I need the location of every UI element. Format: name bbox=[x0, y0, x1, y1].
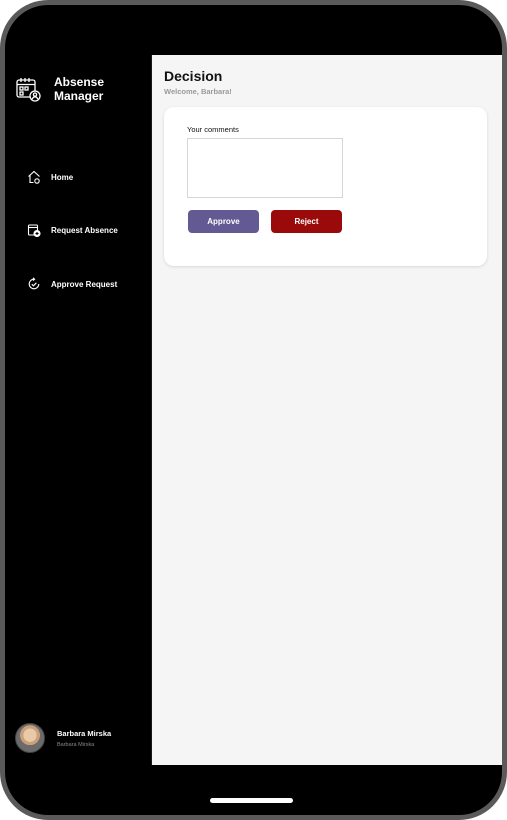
app-screen: Absense Manager Home Request Absence App… bbox=[5, 55, 502, 765]
page-title: Decision bbox=[164, 68, 223, 84]
avatar bbox=[15, 723, 45, 753]
comments-input[interactable] bbox=[187, 138, 343, 198]
profile-text: Barbara Mirska Barbara Mirska bbox=[57, 729, 111, 748]
tablet-frame: Absense Manager Home Request Absence App… bbox=[0, 0, 507, 820]
calendar-user-icon bbox=[16, 78, 41, 102]
app-name-line1: Absense bbox=[54, 75, 105, 89]
app-name-line2: Manager bbox=[54, 89, 104, 103]
refresh-check-icon bbox=[28, 277, 40, 290]
comments-label: Your comments bbox=[187, 125, 239, 134]
reject-button[interactable]: Reject bbox=[271, 210, 342, 233]
app-name: Absense Manager bbox=[54, 75, 114, 103]
sidebar-item-label: Request Absence bbox=[51, 225, 118, 235]
approve-button[interactable]: Approve bbox=[188, 210, 259, 233]
profile-subtitle: Barbara Mirska bbox=[57, 741, 95, 748]
home-indicator[interactable] bbox=[210, 798, 293, 803]
sidebar-item-label: Home bbox=[51, 172, 74, 182]
main-content: Decision Welcome, Barbara! Your comments… bbox=[152, 55, 502, 765]
sidebar-item-home[interactable]: Home bbox=[27, 170, 73, 184]
decision-card: Your comments Approve Reject bbox=[164, 107, 487, 266]
sidebar-item-approve-request[interactable]: Approve Request bbox=[27, 277, 117, 291]
sidebar-item-label: Approve Request bbox=[51, 279, 118, 289]
profile-name: Barbara Mirska bbox=[57, 728, 112, 738]
user-profile[interactable]: Barbara Mirska Barbara Mirska bbox=[15, 723, 111, 753]
home-icon bbox=[28, 170, 40, 184]
welcome-text: Welcome, Barbara! bbox=[164, 87, 232, 96]
sidebar-item-request-absence[interactable]: Request Absence bbox=[27, 223, 118, 237]
sidebar: Absense Manager Home Request Absence App… bbox=[5, 55, 152, 765]
app-brand: Absense Manager bbox=[15, 75, 114, 103]
calendar-add-icon bbox=[27, 224, 41, 237]
